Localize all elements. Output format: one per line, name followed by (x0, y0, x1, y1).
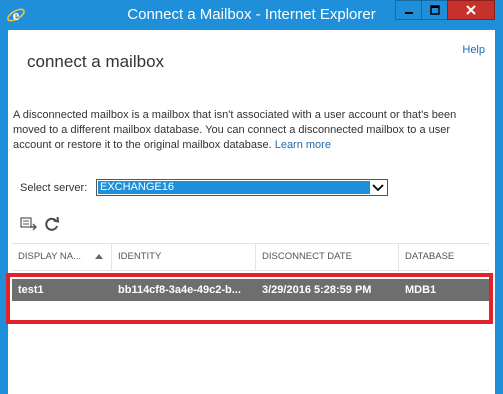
column-header-identity[interactable]: IDENTITY (112, 244, 256, 270)
description-text: A disconnected mailbox is a mailbox that… (13, 108, 485, 153)
refresh-icon[interactable] (43, 216, 61, 232)
page-title: connect a mailbox (27, 52, 165, 71)
cell-identity: bb114cf8-3a4e-49c2-b... (118, 284, 241, 296)
learn-more-link[interactable]: Learn more (275, 139, 331, 151)
maximize-icon (422, 1, 447, 19)
close-button[interactable] (447, 0, 495, 20)
column-header-display-name[interactable]: DISPLAY NA... (12, 244, 112, 270)
server-label: Select server: (20, 182, 88, 194)
cell-disconnect-date: 3/29/2016 5:28:59 PM (262, 284, 372, 296)
grid-header: DISPLAY NA... IDENTITY DISCONNECT DATE D… (12, 243, 490, 271)
server-selected-value: EXCHANGE16 (98, 181, 370, 194)
column-header-label: DATABASE (405, 251, 455, 262)
cell-display-name: test1 (18, 284, 44, 296)
column-header-database[interactable]: DATABASE (399, 244, 490, 270)
help-link[interactable]: Help (462, 44, 485, 56)
minimize-button[interactable] (395, 0, 422, 20)
description-body: A disconnected mailbox is a mailbox that… (13, 109, 457, 151)
cell-database: MDB1 (405, 284, 437, 296)
dialog-content: Help connect a mailbox A disconnected ma… (6, 30, 495, 394)
title-bar: e Connect a Mailbox - Internet Explorer (0, 0, 503, 30)
column-header-label: IDENTITY (118, 251, 162, 262)
table-row[interactable]: test1 bb114cf8-3a4e-49c2-b... 3/29/2016 … (12, 279, 490, 301)
column-header-label: DISCONNECT DATE (262, 251, 352, 262)
connect-icon[interactable] (20, 216, 38, 232)
server-dropdown[interactable]: EXCHANGE16 (96, 179, 388, 196)
maximize-button[interactable] (421, 0, 448, 20)
column-header-disconnect-date[interactable]: DISCONNECT DATE (256, 244, 399, 270)
column-header-label: DISPLAY NA... (18, 251, 82, 262)
minimize-icon (396, 1, 421, 19)
sort-ascending-icon (95, 254, 103, 259)
chevron-down-icon[interactable] (370, 180, 386, 195)
close-icon (448, 1, 494, 19)
